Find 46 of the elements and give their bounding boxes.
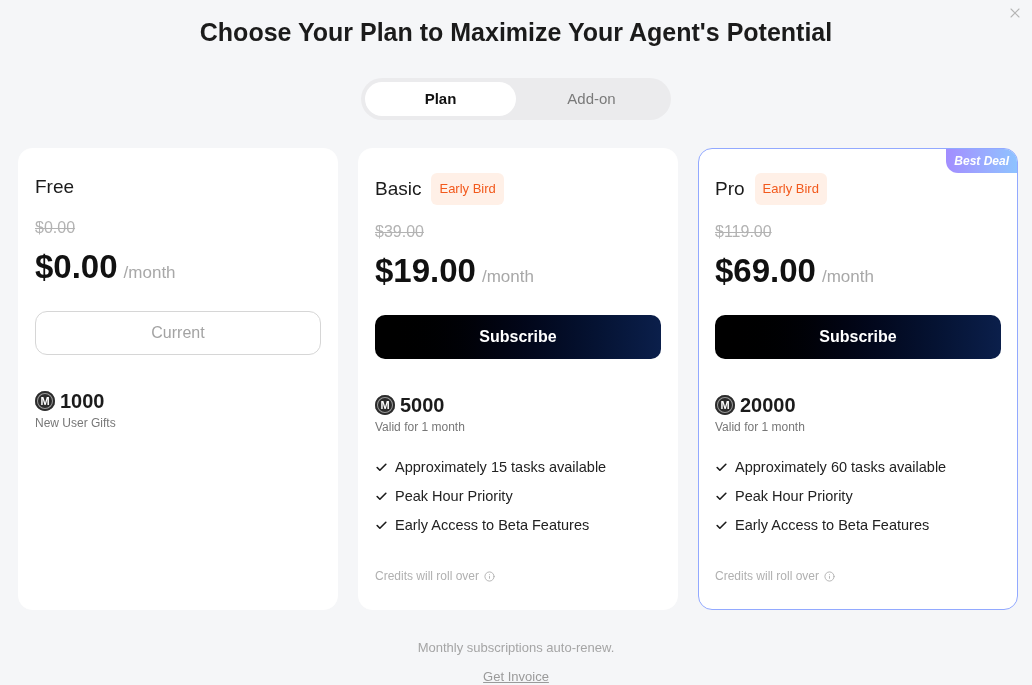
feature-text: Approximately 15 tasks available — [395, 458, 607, 477]
footnote-text: Credits will roll over — [715, 568, 820, 584]
check-icon — [375, 460, 388, 474]
tab[interactable]: Plan — [365, 82, 516, 116]
check-icon — [715, 460, 728, 474]
feature-text: Peak Hour Priority — [735, 487, 853, 506]
plan-name: Basic — [375, 177, 422, 201]
page-title: Choose Your Plan to Maximize Your Agent's Potential — [199, 17, 833, 48]
tab[interactable]: Add-on — [516, 82, 667, 116]
info-icon[interactable] — [484, 570, 496, 582]
info-icon[interactable] — [824, 570, 836, 582]
price: $0.00 — [35, 247, 118, 287]
price-period: /month — [123, 262, 176, 284]
original-price: $39.00 — [375, 222, 424, 242]
check-icon — [375, 489, 388, 503]
price: $19.00 — [375, 251, 476, 291]
check-icon — [715, 518, 728, 532]
price-period: /month — [481, 266, 534, 288]
credit-amount: 20000 — [740, 393, 796, 418]
subscribe-button[interactable]: Subscribe — [715, 315, 1001, 359]
feature-text: Approximately 60 tasks available — [735, 458, 947, 477]
price: $69.00 — [715, 251, 816, 291]
credit-coin: M — [375, 395, 395, 415]
check-icon — [375, 518, 388, 532]
credit-coin: M — [35, 391, 55, 411]
plan-name: Pro — [715, 177, 745, 201]
credit-coin: M — [715, 395, 735, 415]
check-icon — [715, 489, 728, 503]
credit-note: Valid for 1 month — [715, 419, 805, 435]
plan-name: Free — [35, 175, 75, 199]
subscribe-button[interactable]: Subscribe — [375, 315, 661, 359]
credit-note: New User Gifts — [35, 415, 116, 431]
price-period: /month — [821, 266, 874, 288]
original-price: $0.00 — [35, 218, 76, 238]
feature-text: Early Access to Beta Features — [395, 516, 590, 535]
credit-amount: 5000 — [400, 393, 445, 418]
feature-text: Peak Hour Priority — [395, 487, 513, 506]
feature-text: Early Access to Beta Features — [735, 516, 930, 535]
original-price: $119.00 — [715, 222, 772, 242]
credit-note: Valid for 1 month — [375, 419, 465, 435]
early-bird-badge: Early Bird — [754, 173, 827, 205]
early-bird-badge: Early Bird — [431, 173, 504, 205]
footnote-text: Credits will roll over — [375, 568, 480, 584]
renewal-note: Monthly subscriptions auto-renew. — [417, 639, 615, 657]
best-deal-ribbon: Best Deal — [946, 149, 1017, 173]
credit-amount: 1000 — [60, 389, 105, 414]
